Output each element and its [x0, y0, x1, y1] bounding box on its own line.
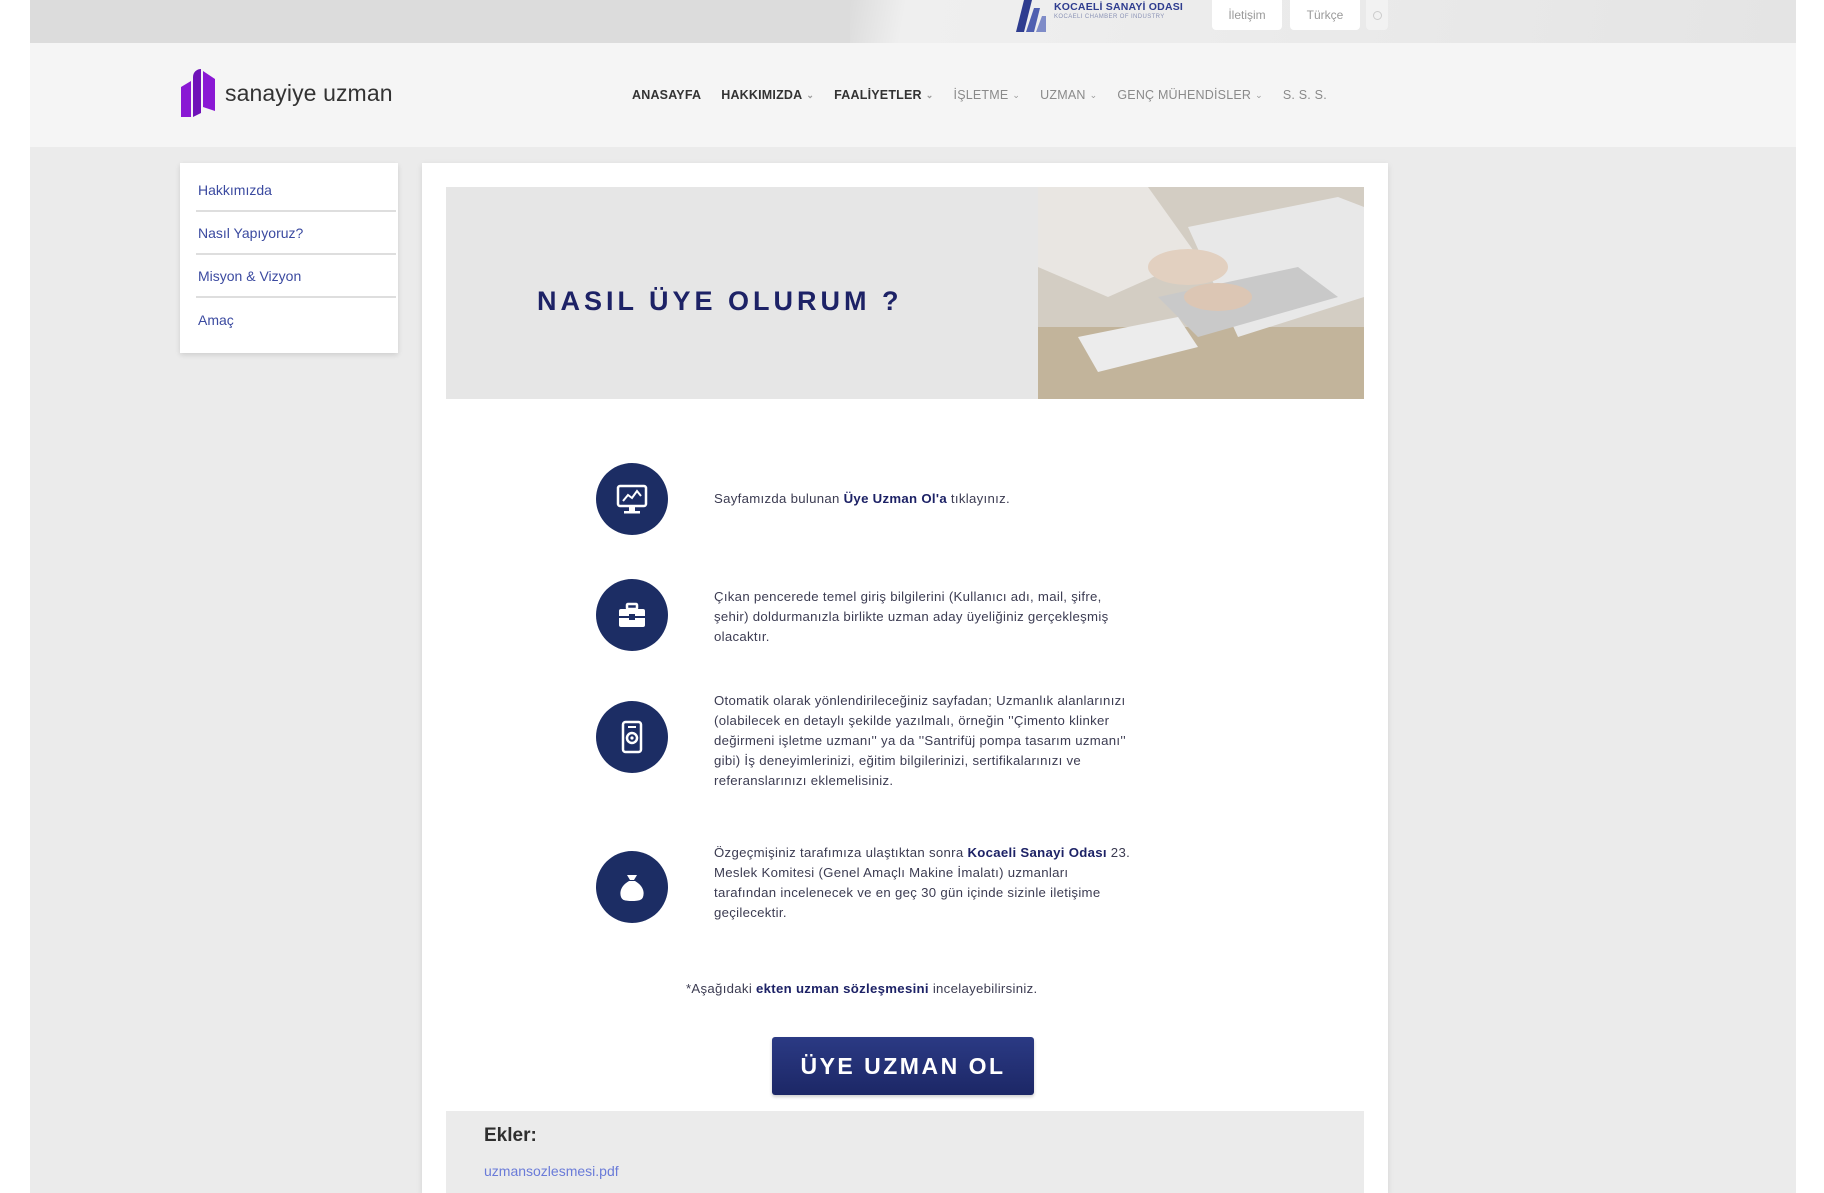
step-text: Özgeçmişiniz tarafımıza ulaştıktan sonra… [714, 845, 1131, 920]
nav-expert[interactable]: UZMAN ⌄ [1040, 88, 1097, 102]
step-item: Otomatik olarak yönlendirileceğiniz sayf… [596, 693, 1134, 791]
attachments-panel: Ekler: uzmansozlesmesi.pdf [446, 1111, 1364, 1193]
contract-note: *Aşağıdaki ekten uzman sözleşmesini ince… [686, 981, 1038, 996]
brand-name: sanayiye uzman [225, 79, 393, 106]
step-text: Çıkan pencerede temel giriş bilgilerini … [714, 589, 1109, 644]
main-nav: ANASAYFA HAKKIMIZDA ⌄ FAALİYETLER ⌄ İŞLETM… [632, 88, 1327, 102]
search-toggle[interactable] [1366, 0, 1388, 30]
language-select[interactable]: Türkçe [1290, 0, 1360, 30]
chevron-down-icon: ⌄ [1012, 89, 1021, 100]
contract-pdf-link[interactable]: uzmansozlesmesi.pdf [484, 1163, 1364, 1179]
nav-business[interactable]: İŞLETME ⌄ [954, 88, 1021, 102]
search-icon [1372, 10, 1382, 20]
chamber-name: KOCAELİ SANAYİ ODASI [1054, 1, 1184, 13]
monitor-chart-icon [596, 463, 668, 535]
page-frame: KOCAELİ SANAYİ ODASI KOCAELI CHAMBER OF … [30, 0, 1796, 1193]
chamber-logo-icon [1016, 0, 1046, 32]
chevron-down-icon: ⌄ [925, 89, 934, 100]
sidebar-item-purpose[interactable]: Amaç [196, 298, 396, 341]
utility-bar: KOCAELİ SANAYİ ODASI KOCAELI CHAMBER OF … [30, 0, 1796, 43]
brand-logo-icon [181, 69, 215, 117]
sidebar-item-about[interactable]: Hakkımızda [196, 169, 396, 212]
contact-link[interactable]: İletişim [1212, 0, 1282, 30]
nav-faq[interactable]: S. S. S. [1283, 88, 1327, 102]
chevron-down-icon: ⌄ [806, 89, 815, 100]
sidebar-item-how-we-do[interactable]: Nasıl Yapıyoruz? [196, 212, 396, 255]
step-text: Sayfamızda bulunan Üye Uzman Ol'a tıklay… [714, 491, 1010, 506]
chamber-subtitle: KOCAELI CHAMBER OF INDUSTRY [1054, 14, 1165, 20]
page-title: NASIL ÜYE OLURUM ? [537, 286, 903, 316]
nav-about[interactable]: HAKKIMIZDA ⌄ [721, 88, 814, 102]
brand-logo-link[interactable]: sanayiye uzman [179, 69, 393, 117]
attachments-label: Ekler: [484, 1125, 537, 1146]
hero-image [1038, 187, 1364, 399]
become-expert-button[interactable]: ÜYE UZMAN OL [772, 1037, 1034, 1095]
sidebar: Hakkımızda Nasıl Yapıyoruz? Misyon & Viz… [180, 163, 398, 353]
chevron-down-icon: ⌄ [1255, 89, 1263, 100]
step-item: Özgeçmişiniz tarafımıza ulaştıktan sonra… [596, 845, 1134, 923]
hero-banner: NASIL ÜYE OLURUM ? [446, 187, 1364, 399]
content-card: NASIL ÜYE OLURUM ? Sayfamızda bulunan Üy… [422, 163, 1388, 1193]
step-text: Otomatik olarak yönlendirileceğiniz sayf… [714, 693, 1126, 788]
site-header: sanayiye uzman ANASAYFA HAKKIMIZDA ⌄ FAAL… [30, 43, 1796, 147]
briefcase-icon [596, 579, 668, 651]
step-item: Çıkan pencerede temel giriş bilgilerini … [596, 579, 1134, 651]
money-bag-icon [596, 851, 668, 923]
nav-home[interactable]: ANASAYFA [632, 88, 701, 102]
become-member-link[interactable]: Üye Uzman Ol'a [844, 491, 947, 506]
step-item: Sayfamızda bulunan Üye Uzman Ol'a tıklay… [596, 463, 1134, 535]
laptop-photo-image [1038, 187, 1364, 399]
chamber-logo-link[interactable]: KOCAELİ SANAYİ ODASI KOCAELI CHAMBER OF … [1014, 0, 1183, 32]
nav-activities[interactable]: FAALİYETLER ⌄ [834, 88, 933, 102]
chevron-down-icon: ⌄ [1089, 89, 1098, 100]
sidebar-item-mission-vision[interactable]: Misyon & Vizyon [196, 255, 396, 298]
nav-young-engineers[interactable]: GENÇ MÜHENDİSLER ⌄ [1117, 88, 1263, 102]
mobile-gear-icon [596, 701, 668, 773]
